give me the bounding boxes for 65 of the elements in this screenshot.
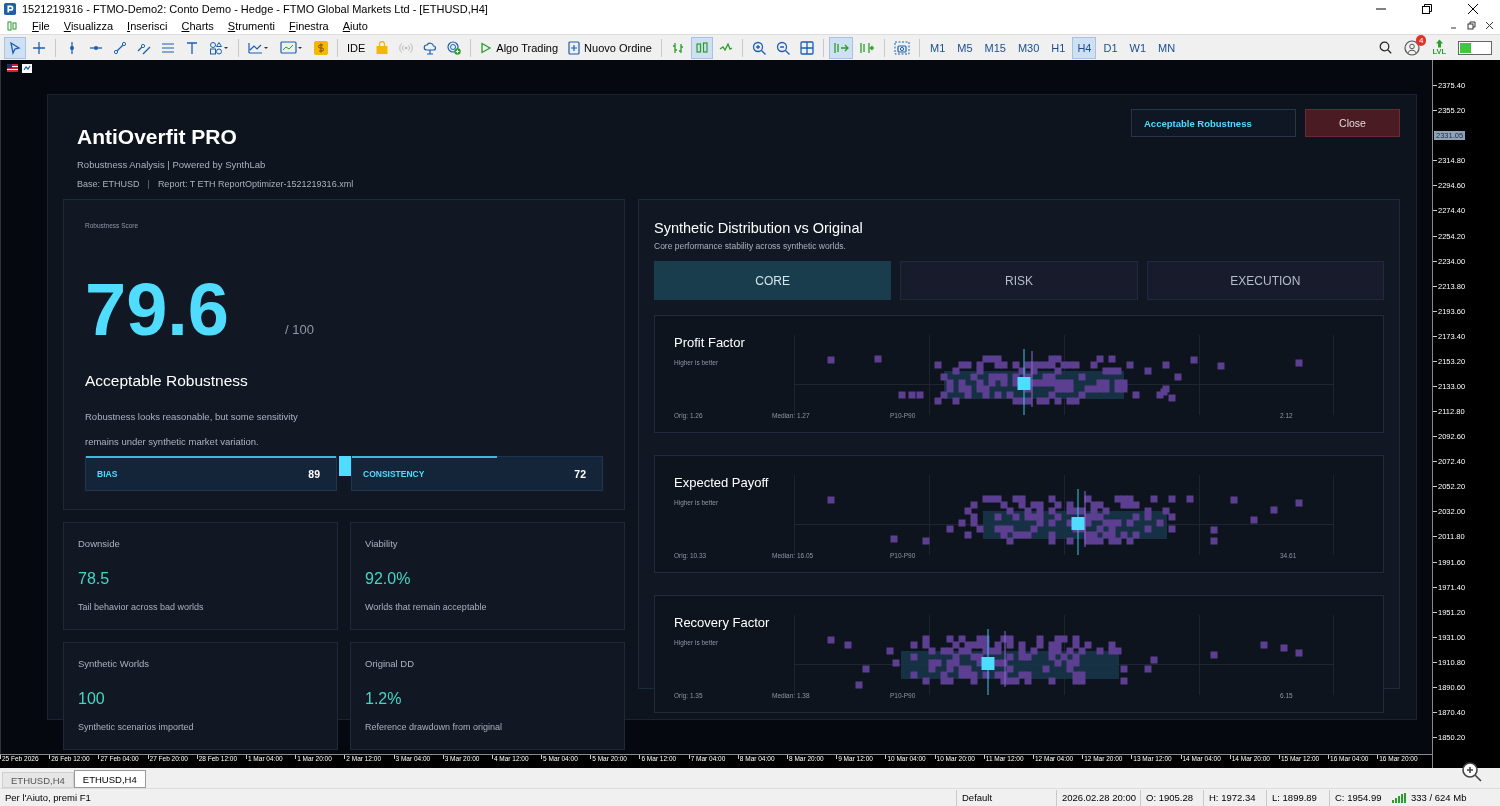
metric-value: 92.0%	[365, 570, 412, 588]
window-title: 1521219316 - FTMO-Demo2: Conto Demo - Hedge - FTMO Global Markets Ltd - [ETHUSD,H4]	[22, 2, 488, 15]
dialog-subtitle: Robustness Analysis | Powered by SynthLab	[77, 159, 267, 170]
menu-item[interactable]: Charts	[181, 19, 214, 32]
score-max: / 100	[285, 322, 314, 339]
memory-usage: 333 / 624 Mb	[1410, 790, 1468, 805]
close-button[interactable]: Close	[1305, 109, 1400, 137]
metric-value: 78.5	[78, 570, 111, 588]
metric-note: Worlds that remain acceptable	[365, 602, 488, 612]
info-separator: |	[147, 179, 150, 189]
bar-time: 2026.02.28 20:00	[1056, 789, 1140, 806]
timeframe-button[interactable]: H1	[1046, 36, 1071, 59]
menu-item[interactable]: Aiuto	[342, 19, 368, 32]
score-description: Robustness looks reasonable, but some sensitivity remains under synthetic market variation.	[85, 410, 299, 449]
metric-label: Viability	[365, 538, 399, 549]
timeframe-button[interactable]: M30	[1012, 36, 1045, 59]
menu-item[interactable]: Inserisci	[127, 19, 168, 32]
sub-score-value: 72	[574, 467, 586, 480]
menu-item[interactable]: Strumenti	[227, 19, 275, 32]
timeframe-button[interactable]: M1	[925, 36, 951, 59]
category-tab[interactable]: RISK	[900, 261, 1138, 300]
chart-tab[interactable]: ETHUSD,H4	[73, 770, 146, 788]
notification-badge: 4	[1415, 34, 1427, 46]
score-verdict: Acceptable Robustness	[85, 372, 249, 390]
metric-title: Recovery Factor	[674, 615, 771, 630]
ide-tool[interactable]: IDE	[343, 36, 370, 59]
help-hint: Per l'Aiuto, premi F1	[4, 790, 92, 805]
timeframe-button[interactable]: W1	[1124, 36, 1152, 59]
timeframe-button[interactable]: MN	[1153, 36, 1181, 59]
report-file: Report: T ETH ReportOptimizer-1521219316.xml	[157, 179, 354, 189]
open-price: O: 1905.28	[1140, 789, 1203, 806]
algo-tool[interactable]: Algo Trading	[476, 36, 563, 59]
category-tab[interactable]: EXECUTION	[1146, 261, 1384, 300]
metric-note: Synthetic scenarios imported	[78, 722, 195, 732]
score-value: 79.6	[85, 273, 230, 347]
order-tool[interactable]: Nuovo Ordine	[564, 36, 656, 59]
profile-name: Default	[956, 789, 1056, 806]
metric-title: Profit Factor	[674, 335, 746, 350]
menu-item[interactable]: File	[32, 19, 50, 32]
high-price: H: 1972.34	[1203, 789, 1266, 806]
menu-item[interactable]: Visualizza	[63, 19, 114, 32]
metric-label: Synthetic Worlds	[78, 658, 151, 669]
sub-score-label: CONSISTENCY	[363, 468, 425, 479]
low-price: L: 1899.89	[1266, 789, 1329, 806]
timeframe-button[interactable]: H4	[1072, 36, 1097, 59]
panel-title: Synthetic Distribution vs Original	[654, 220, 864, 236]
timeframe-button[interactable]: D1	[1098, 36, 1123, 59]
metric-value: 1.2%	[365, 690, 403, 708]
metric-note: Reference drawdown from original	[365, 722, 504, 732]
panel-subtitle: Core performance stability across synthetic worlds.	[654, 241, 847, 251]
menu-item[interactable]: Finestra	[288, 19, 329, 32]
metric-value: 100	[78, 690, 106, 708]
chart-tab[interactable]: ETHUSD,H4	[2, 772, 74, 788]
category-tab[interactable]: CORE	[654, 261, 892, 300]
sub-score-value: 89	[308, 467, 320, 480]
metric-label: Original DD	[365, 658, 416, 669]
timeframe-button[interactable]: M5	[952, 36, 978, 59]
base-symbol: Base: ETHUSD	[77, 179, 140, 189]
status-badge: Acceptable Robustness	[1131, 109, 1296, 137]
timeframe-button[interactable]: M15	[979, 36, 1011, 59]
metric-note: Tail behavior across bad worlds	[78, 602, 205, 612]
sub-score-label: BIAS	[97, 468, 118, 479]
metric-title: Expected Payoff	[674, 475, 770, 490]
metric-label: Downside	[78, 538, 121, 549]
dialog-title: AntiOverfit PRO	[77, 125, 238, 149]
